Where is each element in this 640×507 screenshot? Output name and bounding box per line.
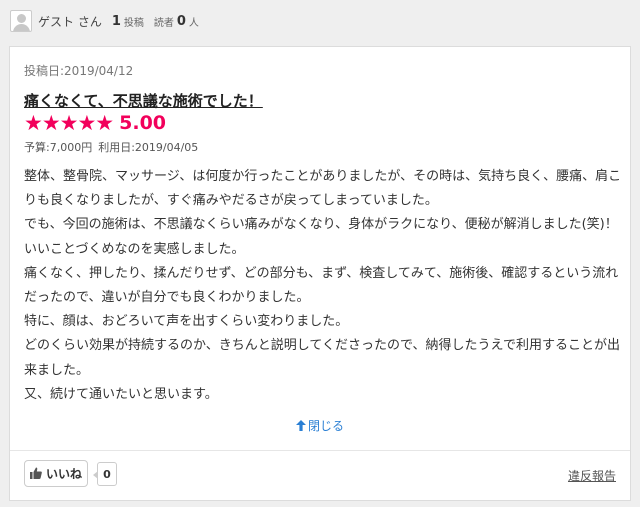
readers-unit: 人 — [188, 17, 199, 29]
thumbs-up-icon — [29, 467, 42, 481]
posts-count: 1 — [111, 13, 121, 29]
review-paragraph: 又、続けて通いたいと思います。 — [24, 386, 218, 402]
avatar[interactable] — [10, 10, 32, 32]
posts-label: 投稿 — [123, 17, 144, 29]
visit-date: 利用日:2019/04/05 — [98, 141, 199, 154]
avatar-body-shape — [13, 24, 30, 31]
review-title: 痛くなくて、不思議な施術でした！ — [24, 92, 263, 110]
close-review-link[interactable]: 閉じる — [10, 417, 630, 434]
like-label: いいね — [45, 467, 82, 481]
like-button[interactable]: いいね — [24, 460, 88, 487]
close-label: 閉じる — [307, 419, 344, 433]
username[interactable]: ゲスト さん — [38, 13, 102, 30]
readers-label: 読者 — [153, 17, 174, 29]
report-link[interactable]: 違反報告 — [568, 467, 616, 484]
avatar-head-shape — [17, 14, 26, 23]
arrow-up-icon — [295, 419, 306, 433]
review-body: 整体、整骨院、マッサージ、は何度か行ったことがありましたが、その時は、気持ち良く… — [24, 165, 622, 407]
review-paragraph: どのくらい効果が持続するのか、きちんと説明してくださったので、納得したうえで利用… — [24, 338, 621, 378]
review-card: 投稿日:2019/04/12 痛くなくて、不思議な施術でした！ ★★★★★ 5.… — [9, 46, 631, 501]
review-paragraph: 特に、顔は、おどろいて声を出すくらい変わりました。 — [24, 314, 349, 330]
star-rating-icon: ★★★★★ — [24, 111, 114, 135]
post-date: 投稿日:2019/04/12 — [24, 64, 134, 78]
divider — [10, 450, 630, 451]
user-header: ゲスト さん 1 投稿 読者 0 人 — [0, 0, 640, 42]
like-count: 0 — [93, 462, 117, 486]
review-paragraph: でも、今回の施術は、不思議なくらい痛みがなくなり、身体がラクになり、便秘が解消し… — [24, 217, 618, 257]
rating: ★★★★★ 5.00 — [24, 110, 166, 136]
budget: 予算:7,000円 — [24, 141, 93, 154]
review-paragraph: 整体、整骨院、マッサージ、は何度か行ったことがありましたが、その時は、気持ち良く… — [24, 169, 622, 209]
review-meta: 予算:7,000円 利用日:2019/04/05 — [24, 139, 198, 155]
rating-score: 5.00 — [119, 112, 167, 134]
review-paragraph: 痛くなく、押したり、揉んだりせず、どの部分も、まず、検査してみて、施術後、確認す… — [24, 265, 619, 306]
readers-count: 0 — [176, 13, 186, 29]
